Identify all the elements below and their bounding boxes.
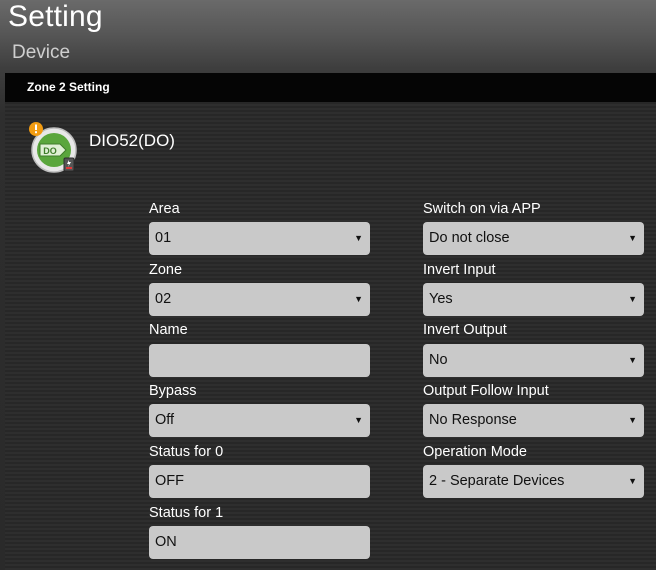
device-icon-text: DO: [43, 146, 57, 156]
invert-input-select[interactable]: Yes ▼: [423, 283, 644, 316]
status-1-input[interactable]: ON: [149, 526, 370, 559]
page-title: Setting: [8, 0, 103, 33]
area-value: 01: [155, 230, 172, 246]
name-label: Name: [149, 322, 188, 338]
panel-header: Zone 2 Setting: [5, 73, 656, 102]
chevron-down-icon: ▼: [628, 476, 637, 486]
zone-select[interactable]: 02 ▼: [149, 283, 370, 316]
device-name: DIO52(DO): [89, 131, 175, 150]
operation-mode-label: Operation Mode: [423, 444, 527, 460]
chevron-down-icon: ▼: [628, 294, 637, 304]
output-follow-input-value: No Response: [429, 412, 517, 428]
chevron-down-icon: ▼: [354, 294, 363, 304]
status-0-input[interactable]: OFF: [149, 465, 370, 498]
operation-mode-select[interactable]: 2 - Separate Devices ▼: [423, 465, 644, 498]
bypass-value: Off: [155, 412, 175, 428]
switch-on-via-app-value: Do not close: [429, 230, 510, 246]
area-select[interactable]: 01 ▼: [149, 222, 370, 255]
status-0-value: OFF: [155, 473, 184, 489]
invert-output-select[interactable]: No ▼: [423, 344, 644, 377]
zone-label: Zone: [149, 262, 183, 278]
page-subtitle: Device: [12, 42, 71, 63]
chevron-down-icon: ▼: [354, 233, 363, 243]
output-follow-input-select[interactable]: No Response ▼: [423, 404, 644, 437]
zone-value: 02: [155, 291, 172, 307]
invert-output-label: Invert Output: [423, 322, 507, 338]
output-follow-input-label: Output Follow Input: [423, 383, 549, 399]
invert-input-label: Invert Input: [423, 262, 496, 278]
chevron-down-icon: ▼: [628, 415, 637, 425]
chevron-down-icon: ▼: [354, 415, 363, 425]
name-input[interactable]: [149, 344, 370, 377]
chevron-down-icon: ▼: [628, 355, 637, 365]
status-1-value: ON: [155, 534, 177, 550]
chevron-down-icon: ▼: [628, 233, 637, 243]
switch-on-via-app-label: Switch on via APP: [423, 201, 541, 217]
bypass-label: Bypass: [149, 383, 197, 399]
invert-input-value: Yes: [429, 291, 453, 307]
do-module-icon: DO: [29, 122, 77, 173]
switch-on-via-app-select[interactable]: Do not close ▼: [423, 222, 644, 255]
bypass-select[interactable]: Off ▼: [149, 404, 370, 437]
area-label: Area: [149, 201, 180, 217]
warning-badge-icon: [29, 122, 43, 136]
status-0-label: Status for 0: [149, 444, 224, 460]
operation-mode-value: 2 - Separate Devices: [429, 473, 565, 489]
status-1-label: Status for 1: [149, 505, 224, 521]
invert-output-value: No: [429, 352, 448, 368]
zone-setting-panel: Zone 2 Setting DO DIO52(DO) Area 01 ▼ Zo…: [5, 73, 656, 570]
